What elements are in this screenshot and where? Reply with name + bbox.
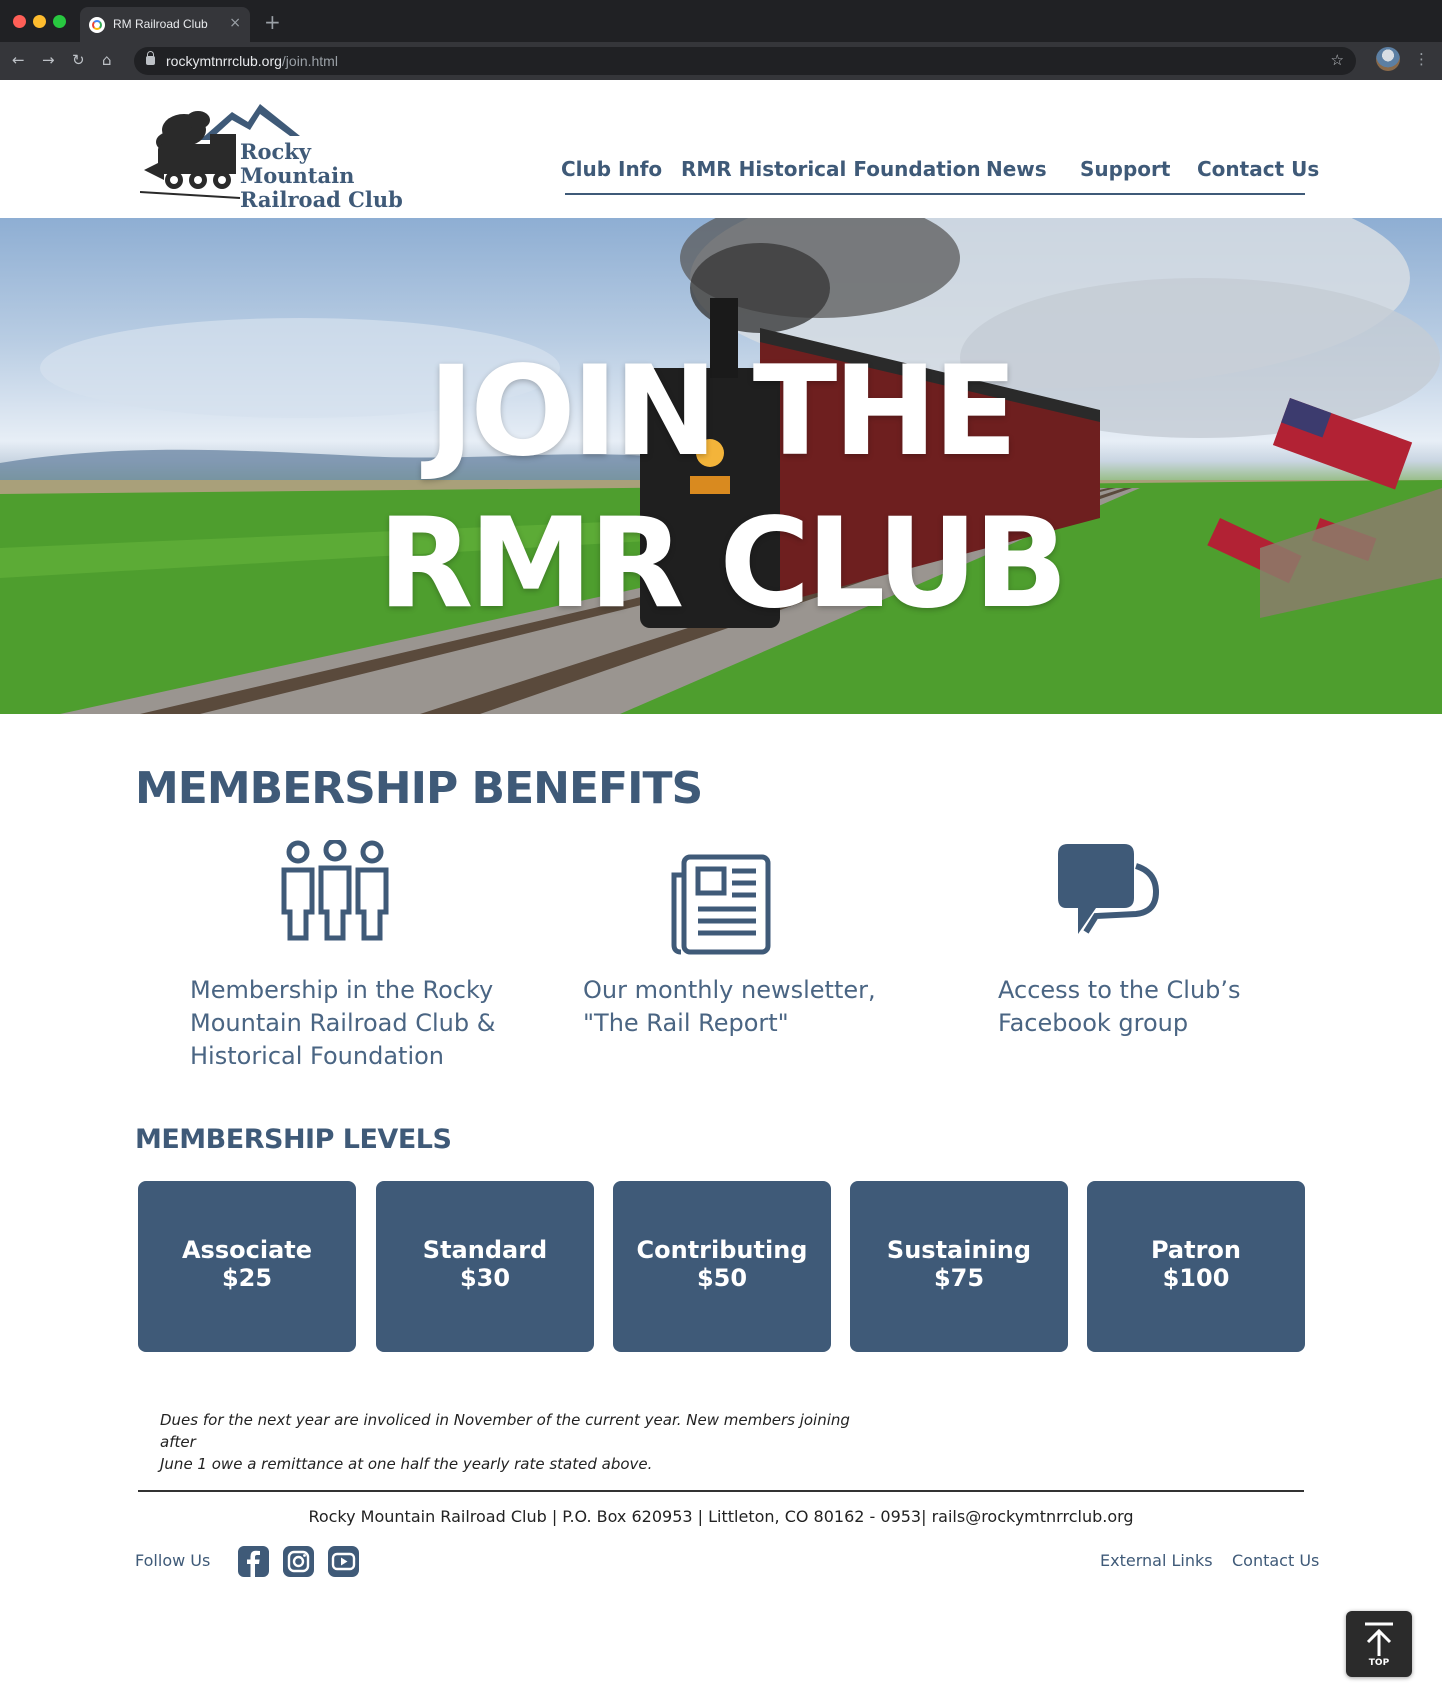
- reload-icon[interactable]: ↻: [72, 51, 85, 69]
- new-tab-icon[interactable]: +: [264, 10, 281, 34]
- instagram-icon[interactable]: [283, 1546, 314, 1577]
- footer-contact-us[interactable]: Contact Us: [1232, 1551, 1319, 1570]
- level-price: $30: [459, 1264, 511, 1292]
- address-bar[interactable]: rockymtnrrclub.org/join.html ☆: [134, 47, 1356, 75]
- lock-icon: [146, 51, 155, 65]
- logo-line-1: Rocky Mountain: [240, 139, 355, 188]
- benefit-facebook-text: Access to the Club’s Facebook group: [998, 976, 1241, 1037]
- footer-divider: [138, 1490, 1304, 1492]
- level-price: $75: [933, 1264, 985, 1292]
- browser-chrome: RM Railroad Club × + ← → ↻ ⌂ rockymtnrrc…: [0, 0, 1442, 80]
- tab-title: RM Railroad Club: [113, 17, 208, 31]
- logo-wordmark: Rocky Mountain Railroad Club: [240, 140, 420, 212]
- close-window-button[interactable]: [13, 15, 26, 28]
- back-to-top-button[interactable]: TOP: [1346, 1611, 1412, 1677]
- level-card-patron[interactable]: Patron $100: [1087, 1181, 1305, 1352]
- nav-contact-us[interactable]: Contact Us: [1197, 157, 1319, 181]
- site-header: Rocky Mountain Railroad Club Club Info R…: [0, 80, 1442, 218]
- hero-heading: JOIN THE RMR CLUB: [0, 336, 1442, 640]
- level-name: Associate: [181, 1236, 313, 1264]
- nav-historical-foundation[interactable]: RMR Historical Foundation: [681, 157, 981, 181]
- level-name: Sustaining: [886, 1236, 1032, 1264]
- minimize-window-button[interactable]: [33, 15, 46, 28]
- arrow-up-icon: [1365, 1622, 1393, 1656]
- benefit-newsletter-text: Our monthly newsletter, "The Rail Report…: [583, 976, 876, 1037]
- hero-line-2: RMR CLUB: [377, 492, 1068, 636]
- top-label: TOP: [1368, 1658, 1390, 1668]
- level-name: Patron: [1150, 1236, 1242, 1264]
- google-favicon-icon: [89, 17, 105, 33]
- logo-line-2: Railroad Club: [240, 187, 403, 212]
- facebook-icon[interactable]: [238, 1546, 269, 1577]
- browser-tab[interactable]: RM Railroad Club ×: [80, 7, 250, 42]
- hero-banner: JOIN THE RMR CLUB: [0, 218, 1442, 714]
- level-card-sustaining[interactable]: Sustaining $75: [850, 1181, 1068, 1352]
- footer-external-links[interactable]: External Links: [1100, 1551, 1213, 1570]
- tab-bar: RM Railroad Club × +: [0, 0, 1442, 42]
- level-price: $100: [1162, 1264, 1230, 1292]
- back-arrow-icon[interactable]: ←: [12, 51, 25, 69]
- youtube-icon[interactable]: [328, 1546, 359, 1577]
- level-name: Standard: [422, 1236, 548, 1264]
- people-icon: [281, 840, 389, 941]
- dues-note: Dues for the next year are involiced in …: [160, 1411, 850, 1473]
- level-card-standard[interactable]: Standard $30: [376, 1181, 594, 1352]
- browser-menu-icon[interactable]: ⋮: [1414, 50, 1429, 68]
- nav-news[interactable]: News: [986, 157, 1047, 181]
- browser-toolbar: ← → ↻ ⌂ rockymtnrrclub.org/join.html ☆ ⋮: [0, 42, 1442, 80]
- home-icon[interactable]: ⌂: [102, 51, 112, 69]
- level-card-associate[interactable]: Associate $25: [138, 1181, 356, 1352]
- forward-arrow-icon[interactable]: →: [42, 51, 55, 69]
- levels-heading: MEMBERSHIP LEVELS: [135, 1124, 452, 1155]
- benefit-membership-text: Membership in the Rocky Mountain Railroa…: [190, 976, 496, 1070]
- bookmark-star-icon[interactable]: ☆: [1331, 51, 1344, 69]
- tab-close-icon[interactable]: ×: [229, 15, 241, 31]
- nav-club-info[interactable]: Club Info: [561, 157, 662, 181]
- nav-underline: [565, 193, 1305, 195]
- newspaper-icon: [671, 854, 771, 955]
- level-name: Contributing: [636, 1236, 808, 1264]
- footer-address: Rocky Mountain Railroad Club | P.O. Box …: [308, 1507, 1134, 1526]
- site-logo[interactable]: Rocky Mountain Railroad Club: [139, 100, 420, 212]
- chat-bubble-icon: [1058, 844, 1160, 934]
- nav-support[interactable]: Support: [1080, 157, 1170, 181]
- profile-avatar[interactable]: [1376, 47, 1400, 71]
- benefits-heading: MEMBERSHIP BENEFITS: [135, 763, 703, 814]
- level-card-contributing[interactable]: Contributing $50: [613, 1181, 831, 1352]
- follow-us-label: Follow Us: [135, 1551, 211, 1570]
- level-price: $25: [221, 1264, 273, 1292]
- hero-line-1: JOIN THE: [428, 340, 1018, 484]
- url-text: rockymtnrrclub.org/join.html: [166, 53, 338, 69]
- level-price: $50: [696, 1264, 748, 1292]
- maximize-window-button[interactable]: [53, 15, 66, 28]
